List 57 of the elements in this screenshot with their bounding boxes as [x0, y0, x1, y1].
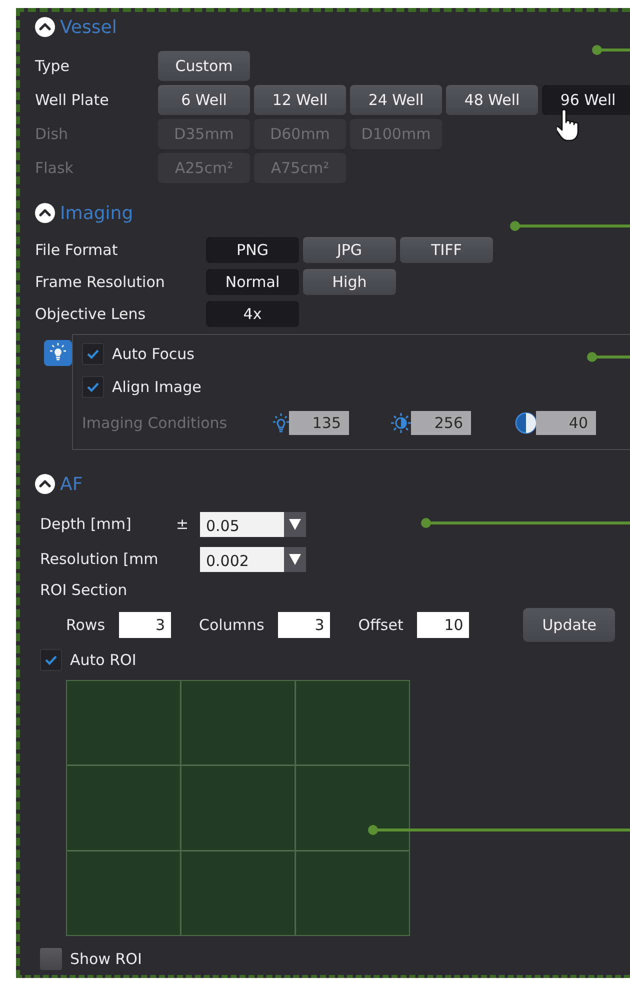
input-field[interactable]: 3 — [119, 612, 172, 638]
collapse-icon[interactable] — [35, 17, 55, 37]
checkbox[interactable] — [82, 343, 104, 365]
option-button[interactable]: TIFF — [400, 237, 493, 263]
field-label: Columns — [199, 616, 264, 634]
checkbox-label: Show ROI — [70, 950, 142, 968]
contrast-icon — [514, 411, 538, 435]
checkbox-label: Align Image — [112, 378, 202, 396]
checkbox[interactable] — [40, 649, 62, 671]
field-label: Offset — [358, 616, 404, 634]
section-title: Vessel — [60, 16, 117, 38]
option-button[interactable]: Normal — [206, 269, 299, 295]
caret-icon — [288, 552, 302, 566]
row-label: File Format — [35, 241, 119, 259]
collapse-icon[interactable] — [35, 474, 55, 494]
option-button[interactable]: High — [303, 269, 396, 295]
leader-line — [592, 45, 630, 55]
section-label: ROI Section — [40, 581, 128, 599]
row-label: Frame Resolution — [35, 273, 166, 291]
plus-minus-sign: ± — [176, 515, 190, 533]
check-icon — [86, 347, 100, 361]
input-field[interactable]: 10 — [417, 612, 470, 638]
caret-icon — [288, 517, 302, 531]
section-title: AF — [60, 474, 83, 494]
brightness-icon — [389, 411, 413, 435]
option-button[interactable]: 48 Well — [446, 85, 538, 115]
option-button[interactable]: Custom — [158, 51, 250, 81]
field-label: Rows — [66, 616, 106, 634]
field-label: Depth [mm] — [40, 515, 132, 533]
option-button[interactable]: PNG — [206, 237, 299, 263]
row-label: Flask — [35, 159, 74, 177]
option-button[interactable]: 4x — [206, 301, 299, 327]
field-label: Resolution [mm — [40, 550, 160, 568]
row-label: Well Plate — [35, 91, 110, 109]
checkbox-label: Auto Focus — [112, 345, 194, 363]
input-field[interactable]: 3 — [278, 612, 330, 638]
option-button[interactable]: 24 Well — [350, 85, 442, 115]
option-button[interactable]: 6 Well — [158, 85, 250, 115]
check-icon — [44, 653, 58, 667]
option-button[interactable]: JPG — [303, 237, 396, 263]
leader-line — [587, 352, 630, 362]
dropdown[interactable]: 0.05 — [200, 512, 306, 536]
conditions-label: Imaging Conditions — [82, 414, 228, 432]
row-label: Type — [35, 57, 70, 75]
checkbox[interactable] — [40, 948, 62, 970]
row-label: Dish — [35, 125, 70, 143]
checkbox[interactable] — [82, 376, 104, 398]
dropdown[interactable]: 0.002 — [200, 546, 306, 572]
check-icon — [86, 380, 100, 394]
checkbox-label: Auto ROI — [70, 651, 136, 669]
collapse-icon[interactable] — [35, 203, 55, 223]
section-title: Imaging — [60, 202, 134, 224]
light-bulb-icon[interactable] — [44, 340, 72, 366]
update-button[interactable]: Update — [523, 608, 616, 642]
row-label: Objective Lens — [35, 305, 147, 323]
option-button[interactable]: 12 Well — [254, 85, 346, 115]
option-button[interactable]: 96 Well — [542, 85, 630, 115]
